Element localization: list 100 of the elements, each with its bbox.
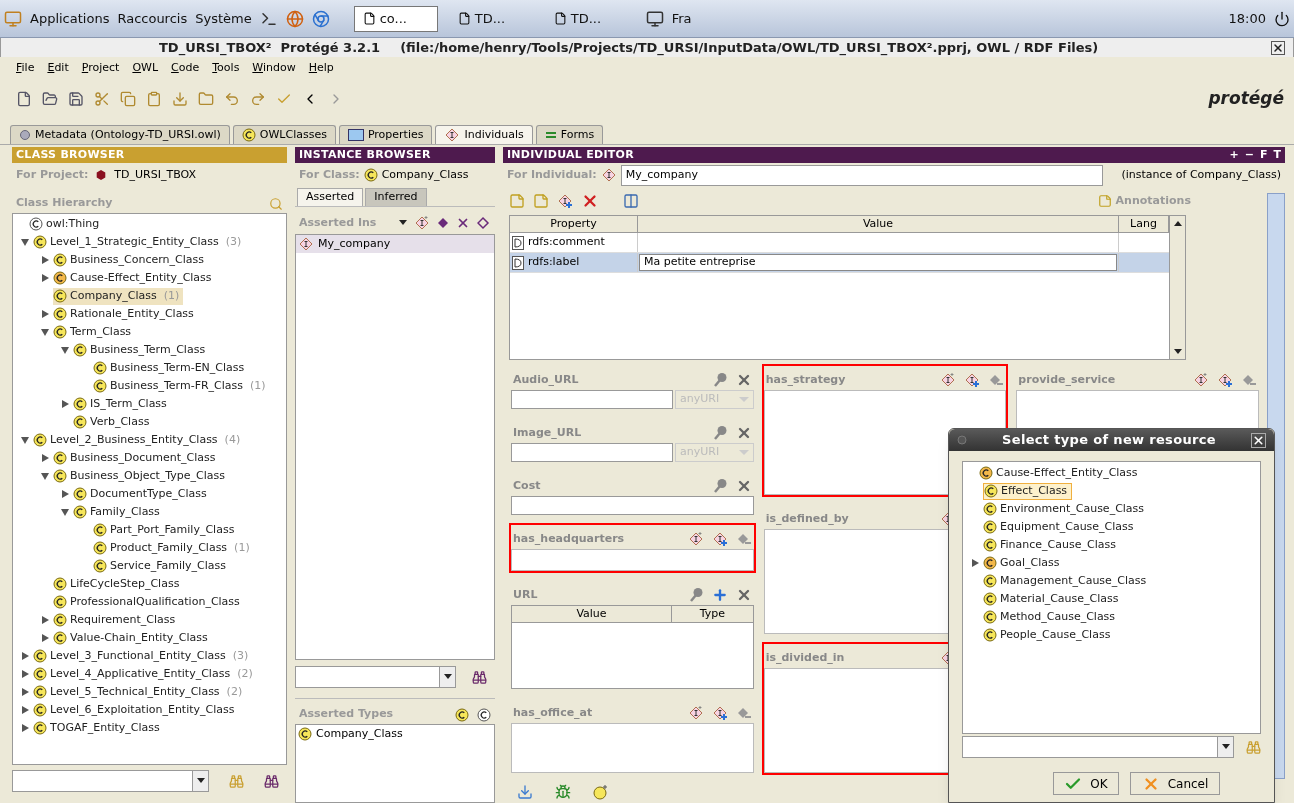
dropdown-icon[interactable] [443,674,452,680]
individual-name-field[interactable]: My_company [620,164,1103,186]
computer-icon[interactable] [4,9,22,28]
tree-item[interactable]: Business_Concern_Class [53,251,208,269]
tree-item[interactable]: Effect_Class [983,482,1073,500]
save-icon[interactable] [68,91,84,107]
display-icon[interactable] [645,9,664,28]
tab[interactable]: Properties [338,125,433,144]
tree-item[interactable]: Level_6_Exploitation_Entity_Class [33,701,239,719]
pin-icon[interactable] [687,587,704,603]
value-field[interactable]: Ma petite entreprise [639,254,1117,271]
tree-item[interactable]: ProfessionalQualification_Class [53,593,244,611]
header-button[interactable]: + [1229,146,1239,164]
bug-icon[interactable] [555,784,571,800]
tree-item[interactable]: Term_Class [53,323,136,341]
value-field[interactable] [511,549,754,571]
expand-icon[interactable] [20,705,30,715]
expand-icon[interactable] [60,399,70,409]
expand-icon[interactable] [20,687,30,697]
add-instance-icon[interactable] [711,705,728,721]
input-field[interactable] [511,443,673,462]
task-button[interactable]: TD... [545,5,630,32]
menu-item[interactable]: Help [308,59,334,77]
tree-item[interactable]: TOGAF_Entity_Class [33,719,164,737]
tree-item[interactable]: Business_Term-FR_Class (1) [93,377,270,395]
close-icon[interactable] [1271,40,1285,55]
tree-item[interactable]: Family_Class [73,503,164,521]
create-instance-icon[interactable] [687,705,704,721]
tree-item[interactable]: People_Cause_Class [983,626,1115,644]
tree-item[interactable]: LifeCycleStep_Class [53,575,184,593]
tree-item[interactable]: Level_2_Business_Entity_Class (4) [33,431,245,449]
cut-icon[interactable] [94,91,110,107]
expand-icon[interactable] [40,273,50,283]
create-instance-icon[interactable] [1193,372,1209,388]
expand-icon[interactable] [40,309,50,319]
tree-item[interactable]: Level_4_Applicative_Entity_Class (2) [33,665,257,683]
expand-icon[interactable] [60,489,70,499]
add-instance-icon[interactable] [964,372,981,388]
remove-icon[interactable] [1241,372,1257,388]
binoculars-icon[interactable] [264,773,279,789]
add-instance-icon[interactable] [1217,372,1233,388]
tree-item[interactable]: Business_Term_Class [73,341,210,359]
tree-item[interactable]: Cause-Effect_Entity_Class [53,269,216,287]
expand-icon[interactable] [20,669,30,679]
dialog-button[interactable]: Cancel [1130,772,1220,795]
tree-item[interactable]: Service_Family_Class [93,557,230,575]
dropdown-icon[interactable] [1221,744,1230,750]
menu-item[interactable]: OWL [132,59,159,77]
tree-item[interactable]: Goal_Class [983,554,1064,572]
collapse-icon[interactable] [40,327,50,337]
expand-icon[interactable] [40,255,50,265]
task-button[interactable]: co... [353,5,438,32]
tab[interactable]: Asserted [297,188,364,206]
tree-item[interactable]: Environment_Cause_Class [983,500,1149,518]
tree-item[interactable]: Level_3_Functional_Entity_Class (3) [33,647,253,665]
dialog-button[interactable]: OK [1053,772,1119,795]
collapse-icon[interactable] [40,471,50,481]
menu-item[interactable]: Tools [212,59,240,77]
dropdown-icon[interactable] [196,778,205,784]
create-instance-icon[interactable] [687,531,704,547]
add-icon[interactable] [711,587,728,603]
expand-icon[interactable] [20,723,30,733]
type-item[interactable]: Company_Class [316,725,403,743]
binoculars-icon[interactable] [472,669,487,685]
search-field[interactable] [12,770,209,792]
tree-item[interactable]: Cause-Effect_Entity_Class [979,464,1142,482]
window-menu-icon[interactable] [957,435,967,445]
diamond-icon[interactable] [437,217,449,229]
tree-item[interactable]: Requirement_Class [53,611,180,629]
tab[interactable]: Inferred [365,188,427,206]
input-field[interactable] [511,496,754,515]
browser-icon[interactable] [285,9,304,28]
panel-menu[interactable]: Système [195,8,252,29]
search-field[interactable] [962,736,1234,758]
header-button[interactable]: T [1273,146,1281,164]
power-icon[interactable] [1274,10,1290,27]
class-new-icon[interactable] [593,784,609,800]
expand-icon[interactable] [970,558,980,568]
new-file-icon[interactable] [16,91,32,107]
diamond-outline-icon[interactable] [477,216,491,230]
add-instance-icon[interactable] [711,531,728,547]
keyboard-layout[interactable]: Fra [671,8,692,29]
header-button[interactable]: F [1259,146,1268,164]
tab[interactable]: Individuals [435,125,533,144]
table-row[interactable]: rdfs:label Ma petite entreprise [510,253,1169,273]
tab[interactable]: Forms [535,125,604,144]
collapse-icon[interactable] [20,435,30,445]
close-icon[interactable] [1251,432,1266,448]
input-field[interactable] [511,390,673,409]
tree-item[interactable]: Rationale_Entity_Class [53,305,198,323]
add-instance-icon[interactable] [557,193,573,209]
collapse-icon[interactable] [60,345,70,355]
tab[interactable]: OWLClasses [232,125,336,144]
create-instance-icon[interactable] [940,372,957,388]
delete-icon[interactable] [581,192,599,210]
panel-menu[interactable]: Raccourcis [117,8,188,29]
tree-item[interactable]: Value-Chain_Entity_Class [53,629,212,647]
collapse-icon[interactable] [20,237,30,247]
tree-item[interactable]: Material_Cause_Class [983,590,1123,608]
tree-item[interactable]: Business_Term-EN_Class [93,359,249,377]
